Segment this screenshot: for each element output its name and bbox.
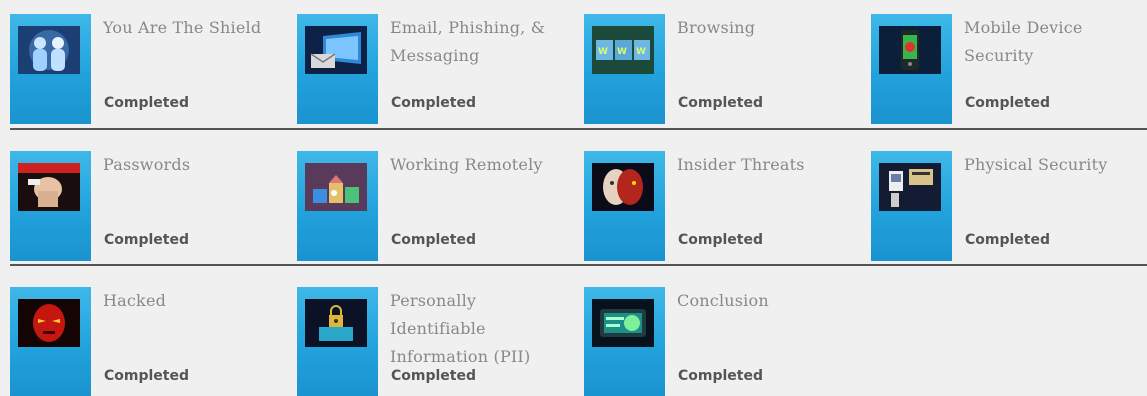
module-tile[interactable]	[10, 287, 91, 396]
module-card-browsing[interactable]: W W W Browsing Completed	[584, 0, 864, 124]
module-card-physical-security[interactable]: Physical Security Completed	[871, 137, 1147, 261]
module-title: Working Remotely	[390, 155, 543, 174]
module-tile[interactable]	[584, 151, 665, 261]
row-divider	[10, 128, 1147, 130]
remote-work-icon	[305, 163, 367, 211]
email-monitor-icon	[305, 26, 367, 74]
module-card-conclusion[interactable]: Conclusion Completed	[584, 273, 864, 396]
module-tile[interactable]	[871, 151, 952, 261]
row-divider	[10, 264, 1147, 266]
module-status: Completed	[678, 232, 764, 248]
module-status: Completed	[965, 95, 1051, 111]
module-tile[interactable]: W W W	[584, 14, 665, 124]
module-card-working-remotely[interactable]: Working Remotely Completed	[297, 137, 577, 261]
module-tile[interactable]	[297, 287, 378, 396]
modules-row: Passwords Completed Working Remotely Com…	[0, 137, 1147, 261]
module-card-mobile-device-security[interactable]: Mobile Device Security Completed	[871, 0, 1147, 124]
pii-lock-icon	[305, 299, 367, 347]
module-tile[interactable]	[297, 151, 378, 261]
module-card-pii[interactable]: Personally Identifiable Information (PII…	[297, 273, 577, 396]
www-browsing-icon: W W W	[592, 26, 654, 74]
insider-face-icon	[592, 163, 654, 211]
svg-text:W: W	[636, 47, 646, 57]
mobile-phone-icon	[879, 26, 941, 74]
module-title: Personally Identifiable Information (PII…	[390, 291, 531, 366]
module-status: Completed	[104, 368, 190, 384]
module-title: You Are The Shield	[103, 18, 262, 37]
svg-text:W: W	[598, 47, 608, 57]
module-title: Mobile Device Security	[964, 18, 1083, 65]
module-card-you-are-the-shield[interactable]: You Are The Shield Completed	[10, 0, 290, 124]
physical-badge-icon	[879, 163, 941, 211]
module-title: Browsing	[677, 18, 756, 37]
module-card-passwords[interactable]: Passwords Completed	[10, 137, 290, 261]
module-status: Completed	[391, 232, 477, 248]
modules-row: Hacked Completed Personally Identifiable…	[0, 273, 1147, 396]
modules-row: You Are The Shield Completed Email, Phis…	[0, 0, 1147, 124]
conclusion-shield-icon	[592, 299, 654, 347]
module-title: Physical Security	[964, 155, 1108, 174]
module-status: Completed	[104, 232, 190, 248]
module-tile[interactable]	[584, 287, 665, 396]
module-status: Completed	[965, 232, 1051, 248]
module-card-email-phishing-messaging[interactable]: Email, Phishing, & Messaging Completed	[297, 0, 577, 124]
password-hand-icon	[18, 163, 80, 211]
hacker-mask-icon	[18, 299, 80, 347]
module-status: Completed	[391, 95, 477, 111]
module-status: Completed	[104, 95, 190, 111]
module-status: Completed	[678, 368, 764, 384]
module-status: Completed	[391, 368, 477, 384]
module-status: Completed	[678, 95, 764, 111]
module-card-insider-threats[interactable]: Insider Threats Completed	[584, 137, 864, 261]
module-tile[interactable]	[871, 14, 952, 124]
module-title: Insider Threats	[677, 155, 805, 174]
svg-text:W: W	[617, 47, 627, 57]
module-title: Hacked	[103, 291, 167, 310]
module-card-hacked[interactable]: Hacked Completed	[10, 273, 290, 396]
module-tile[interactable]	[297, 14, 378, 124]
course-modules-grid: You Are The Shield Completed Email, Phis…	[0, 0, 1147, 396]
module-title: Email, Phishing, & Messaging	[390, 18, 546, 65]
module-title: Passwords	[103, 155, 191, 174]
module-title: Conclusion	[677, 291, 769, 310]
module-tile[interactable]	[10, 14, 91, 124]
shield-people-icon	[18, 26, 80, 74]
module-tile[interactable]	[10, 151, 91, 261]
